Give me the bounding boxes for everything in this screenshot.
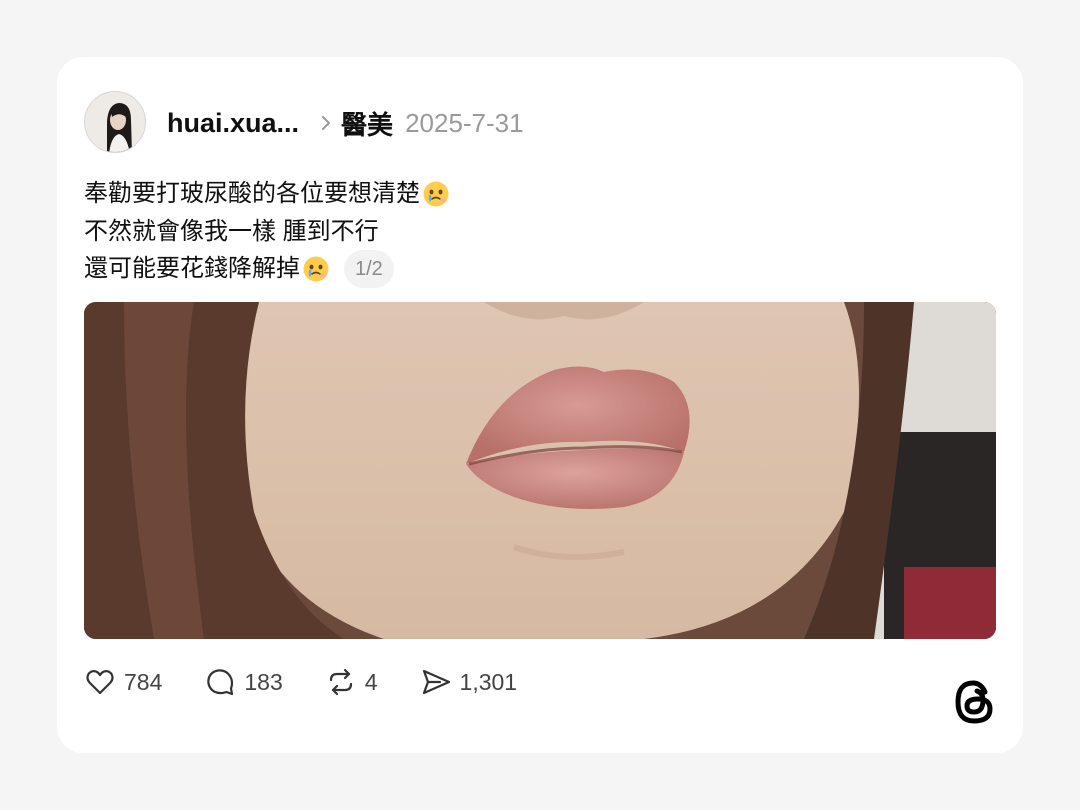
repost-button[interactable]: 4 — [325, 666, 378, 698]
post-text-line-3: 還可能要花錢降解掉 — [84, 255, 300, 283]
post-text: 奉勸要打玻尿酸的各位要想清楚 不然就會像我一樣 腫到不行 還可能要花錢降解掉 1… — [84, 175, 450, 288]
avatar[interactable] — [84, 91, 146, 153]
comment-count: 183 — [244, 668, 283, 695]
post-header: huai.xua... 醫美 2025-7-31 — [167, 103, 524, 143]
repost-icon — [329, 668, 352, 696]
heart-icon — [86, 669, 114, 695]
action-bar: 784 183 4 1,301 — [84, 662, 559, 702]
repost-count: 4 — [364, 668, 378, 695]
post-image[interactable] — [84, 302, 996, 639]
share-count: 1,301 — [459, 668, 518, 695]
post-text-line: 還可能要花錢降解掉 1/2 — [84, 250, 450, 288]
post-text-line-1: 奉勸要打玻尿酸的各位要想清楚 — [84, 180, 420, 207]
comment-bubble-icon — [207, 669, 234, 696]
threads-logo-icon — [955, 680, 993, 724]
comment-button[interactable]: 183 — [204, 666, 283, 698]
like-button[interactable]: 784 — [84, 666, 162, 698]
chevron-right-icon — [322, 116, 331, 130]
post-text-line: 不然就會像我一樣 腫到不行 — [84, 213, 450, 251]
image-counter: 1/2 — [344, 250, 394, 288]
face-holding-back-tears-emoji-icon — [423, 181, 449, 207]
share-button[interactable]: 1,301 — [420, 666, 518, 698]
username[interactable]: huai.xua... — [167, 108, 299, 139]
face-holding-back-tears-emoji-icon — [303, 256, 329, 282]
post-date: 2025-7-31 — [405, 107, 524, 138]
post-card: huai.xua... 醫美 2025-7-31 奉勸要打玻尿酸的各位要想清楚 … — [57, 57, 1023, 753]
topic-tag[interactable]: 醫美 — [341, 105, 393, 142]
like-count: 784 — [124, 668, 163, 695]
send-icon — [422, 669, 450, 695]
post-text-line-2: 不然就會像我一樣 腫到不行 — [84, 217, 379, 245]
post-text-line: 奉勸要打玻尿酸的各位要想清楚 — [84, 175, 450, 213]
